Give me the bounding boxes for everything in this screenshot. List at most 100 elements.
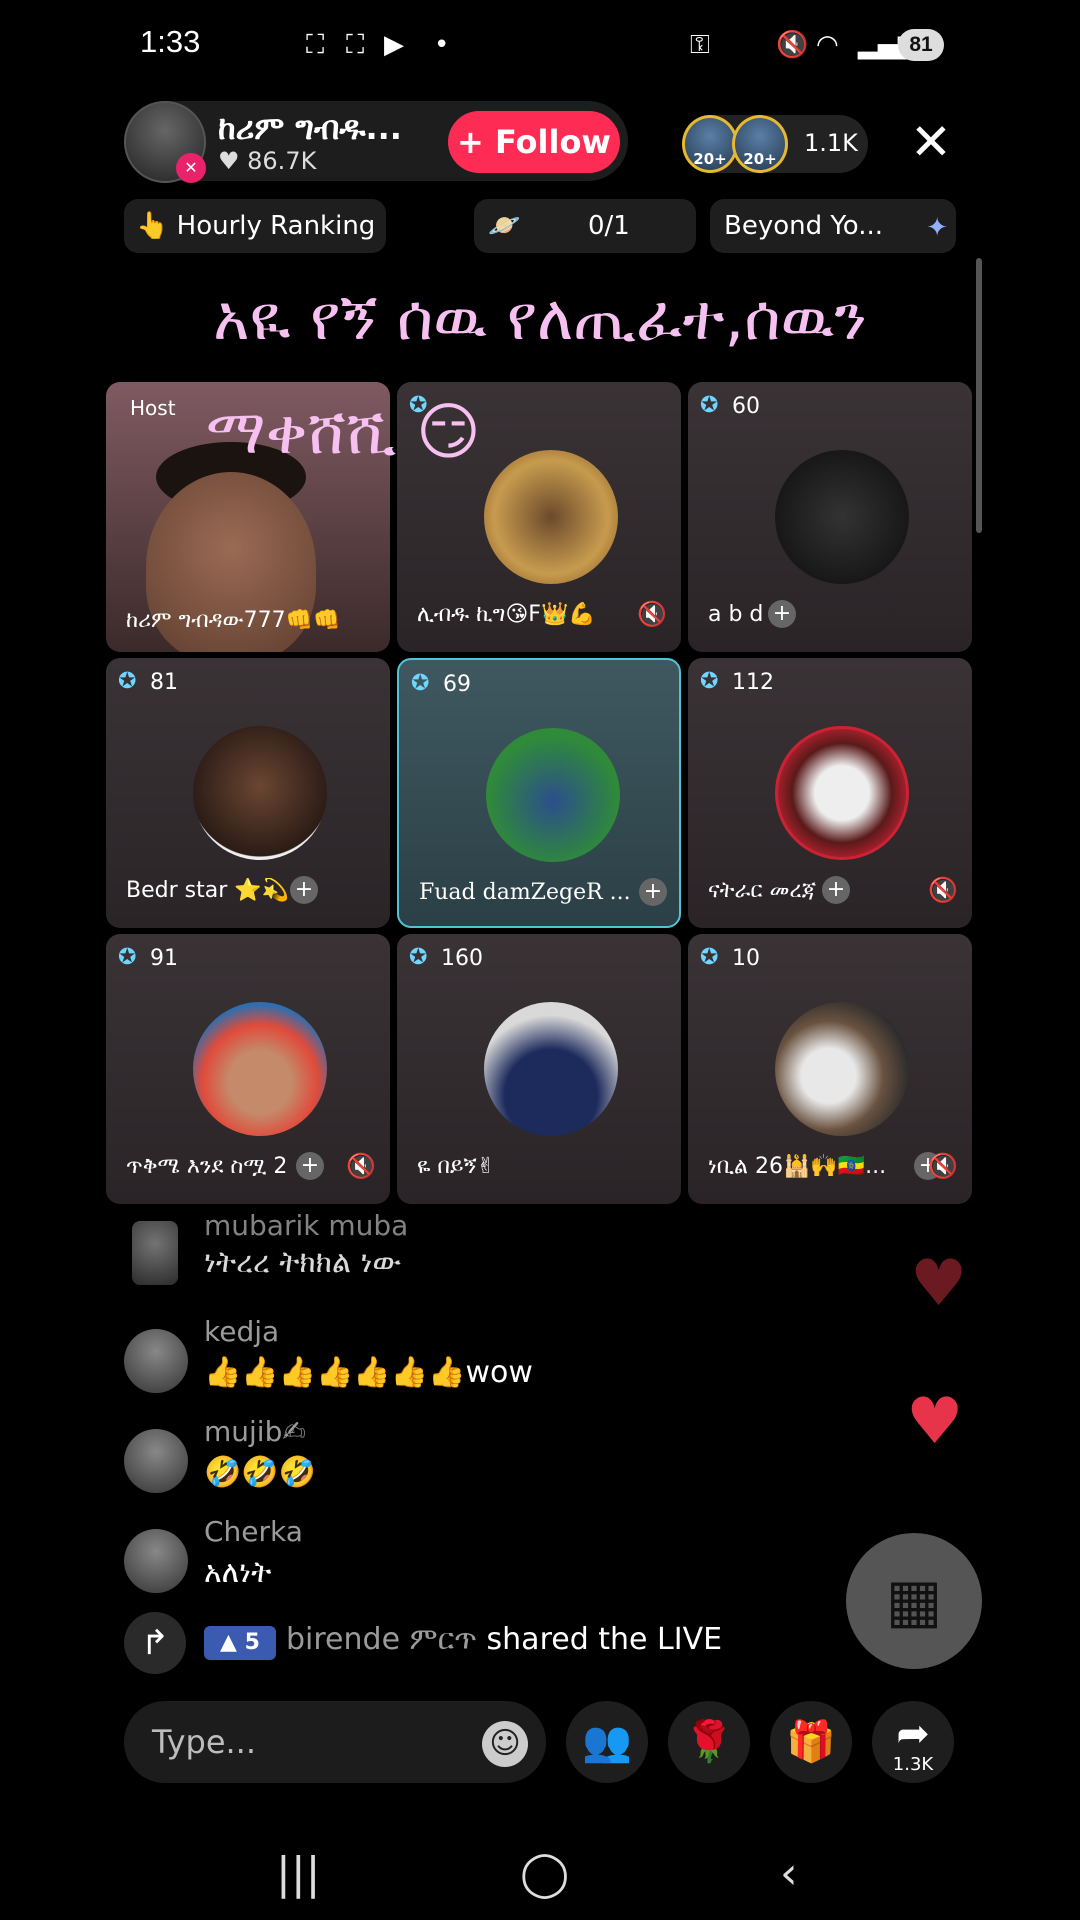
viewer-list[interactable]: 20+ 20+ 1.1K bbox=[682, 115, 868, 173]
bottom-action-bar: Type... ☺ 👥 🌹 🎁 ➦ 1.3K bbox=[124, 1701, 964, 1783]
floating-heart-icon: ♥ bbox=[906, 1385, 964, 1459]
planet-icon: 🪐 bbox=[488, 211, 521, 241]
guest-score: 91 bbox=[116, 944, 178, 974]
guest-avatar bbox=[193, 1002, 327, 1136]
guest-avatar bbox=[775, 450, 909, 584]
guest-name: Bedr star ⭐💫 bbox=[126, 878, 290, 903]
guest-tile[interactable]: 81 Bedr star ⭐💫 + bbox=[106, 658, 390, 928]
share-username[interactable]: birende ምርጥ bbox=[286, 1622, 477, 1657]
host-name: ከሪም ግብዱ... bbox=[218, 109, 402, 147]
guest-score: 160 bbox=[407, 944, 483, 974]
guest-grid: Host ከሪም ግብዳው777👊👊 ሊብዱ ኪግ😘F👑💪 🔇 60 a b d… bbox=[106, 382, 973, 1204]
guest-name: a b d bbox=[708, 602, 764, 627]
guest-name: ጥቅሜ እንደ ስሟ 2 bbox=[126, 1154, 288, 1179]
back-icon[interactable]: ‹ bbox=[780, 1848, 798, 1899]
guest-name: ናትራር መረጃ bbox=[708, 878, 817, 903]
guest-tile[interactable]: 91 ጥቅሜ እንደ ስሟ 2 + 🔇 bbox=[106, 934, 390, 1204]
multi-guest-button[interactable]: 👥 bbox=[566, 1701, 648, 1783]
chat-username[interactable]: mujib✍ bbox=[204, 1415, 306, 1448]
mic-muted-icon: 🔇 bbox=[928, 1152, 958, 1180]
chat-text: አለነት bbox=[204, 1555, 272, 1590]
guest-score: 81 bbox=[116, 668, 178, 698]
guest-tile[interactable]: 60 a b d + bbox=[688, 382, 972, 652]
vpn-key-icon: ⚿ bbox=[690, 30, 710, 60]
guest-avatar bbox=[193, 726, 327, 860]
star-badge-icon: ✦ bbox=[926, 213, 948, 243]
add-friend-icon[interactable]: + bbox=[639, 878, 667, 906]
system-navigation-bar: ||| ◯ ‹ bbox=[0, 1840, 1080, 1920]
goal-progress-pill[interactable]: 🪐 0/1 bbox=[474, 199, 696, 253]
chat-username[interactable]: mubarik muba bbox=[204, 1209, 408, 1242]
floating-heart-icon: ♥ bbox=[910, 1247, 968, 1321]
guest-avatar bbox=[775, 726, 909, 860]
wifi-icon: ◠ bbox=[816, 30, 839, 60]
chat-avatar[interactable] bbox=[132, 1221, 178, 1285]
status-bar: 1:33 ⛶ ⛶ ▶ • ⚿ 🔇 ◠ ▂▄▆ 81 bbox=[0, 0, 1080, 92]
battery-indicator: 81 bbox=[898, 29, 944, 61]
host-likes: ♥ 86.7K bbox=[218, 147, 317, 175]
guest-tile[interactable]: 160 ዬ በይኝ✌ bbox=[397, 934, 681, 1204]
guest-score: 60 bbox=[698, 392, 760, 422]
emoji-icon[interactable]: ☺ bbox=[482, 1721, 528, 1767]
chat-username[interactable]: Cherka bbox=[204, 1515, 303, 1548]
apps-grid-button[interactable]: ▦ bbox=[846, 1533, 982, 1669]
level-icon: ▲ bbox=[220, 1630, 245, 1655]
rose-gift-button[interactable]: 🌹 bbox=[668, 1701, 750, 1783]
share-arrow-icon[interactable]: ↱ bbox=[124, 1612, 186, 1674]
mic-muted-icon: 🔇 bbox=[637, 600, 667, 628]
guest-tile[interactable]: 10 ነቢል 26🕌🙌🇪🇹... + 🔇 bbox=[688, 934, 972, 1204]
banner-line-2: ማቀሸሺ 😏 bbox=[206, 395, 481, 468]
screen-record-icon: ⛶ bbox=[306, 30, 325, 60]
banner-line-1: አዪ የኝ ሰዉ የለጢፈተ,ሰዉን bbox=[213, 281, 867, 354]
guest-score: 69 bbox=[409, 670, 471, 700]
scrollbar[interactable] bbox=[976, 258, 982, 533]
guest-avatar bbox=[486, 728, 620, 862]
share-notice: ↱ ▲ 5 birende ምርጥ shared the LIVE bbox=[124, 1612, 864, 1674]
guest-avatar bbox=[484, 1002, 618, 1136]
guest-score: 10 bbox=[698, 944, 760, 974]
add-friend-icon[interactable]: + bbox=[768, 600, 796, 628]
chat-username[interactable]: kedja bbox=[204, 1315, 279, 1348]
guest-avatar bbox=[484, 450, 618, 584]
notification-dot-icon: • bbox=[434, 30, 450, 60]
share-count: 1.3K bbox=[892, 1754, 934, 1775]
hourly-ranking-pill[interactable]: 👆 Hourly Ranking bbox=[124, 199, 386, 253]
mute-icon: 🔇 bbox=[776, 30, 809, 60]
host-mic-muted-icon: ✕ bbox=[176, 153, 206, 183]
user-level-badge: ▲ 5 bbox=[204, 1626, 276, 1660]
chat-avatar[interactable] bbox=[124, 1329, 188, 1393]
chat-avatar[interactable] bbox=[124, 1429, 188, 1493]
follow-button[interactable]: + Follow bbox=[448, 111, 620, 173]
status-time: 1:33 bbox=[140, 24, 201, 59]
host-label: Host bbox=[130, 396, 176, 420]
mic-muted-icon: 🔇 bbox=[928, 876, 958, 904]
close-icon[interactable]: ✕ bbox=[910, 112, 952, 172]
share-button[interactable]: ➦ 1.3K bbox=[872, 1701, 954, 1783]
guest-name: ሊብዱ ኪግ😘F👑💪 bbox=[417, 602, 596, 627]
chat-text: 👍👍👍👍👍👍👍wow bbox=[204, 1355, 533, 1390]
guest-name: ነቢል 26🕌🙌🇪🇹... bbox=[708, 1154, 887, 1179]
guest-name: ዬ በይኝ✌ bbox=[417, 1154, 496, 1179]
chat-avatar[interactable] bbox=[124, 1529, 188, 1593]
chat-text: 🤣🤣🤣 bbox=[204, 1455, 317, 1490]
grid-icon: ▦ bbox=[885, 1566, 943, 1636]
gift-button[interactable]: 🎁 bbox=[770, 1701, 852, 1783]
guest-tile[interactable]: 69 Fuad damZegeR ... + bbox=[397, 658, 681, 928]
guest-tile[interactable]: 112 ናትራር መረጃ + 🔇 bbox=[688, 658, 972, 928]
add-friend-icon[interactable]: + bbox=[290, 876, 318, 904]
host-tile-name: ከሪም ግብዳው777👊👊 bbox=[126, 608, 341, 633]
add-friend-icon[interactable]: + bbox=[296, 1152, 324, 1180]
screenshot-icon: ⛶ bbox=[346, 30, 365, 60]
share-text: birende ምርጥ shared the LIVE bbox=[286, 1622, 723, 1657]
viewer-avatar[interactable]: 20+ bbox=[732, 115, 788, 173]
guest-name: Fuad damZegeR ... bbox=[419, 880, 631, 905]
beyond-pill[interactable]: Beyond Yo... ✦ bbox=[710, 199, 956, 253]
youtube-icon: ▶ bbox=[384, 30, 404, 60]
add-friend-icon[interactable]: + bbox=[822, 876, 850, 904]
viewer-count: 1.1K bbox=[804, 129, 858, 157]
host-info-bar[interactable]: ✕ ከሪም ግብዱ... ♥ 86.7K + Follow bbox=[124, 101, 628, 183]
recent-apps-icon[interactable]: ||| bbox=[276, 1848, 320, 1899]
viewer-avatar[interactable]: 20+ bbox=[682, 115, 738, 173]
mic-muted-icon: 🔇 bbox=[346, 1152, 376, 1180]
home-icon[interactable]: ◯ bbox=[520, 1848, 569, 1899]
